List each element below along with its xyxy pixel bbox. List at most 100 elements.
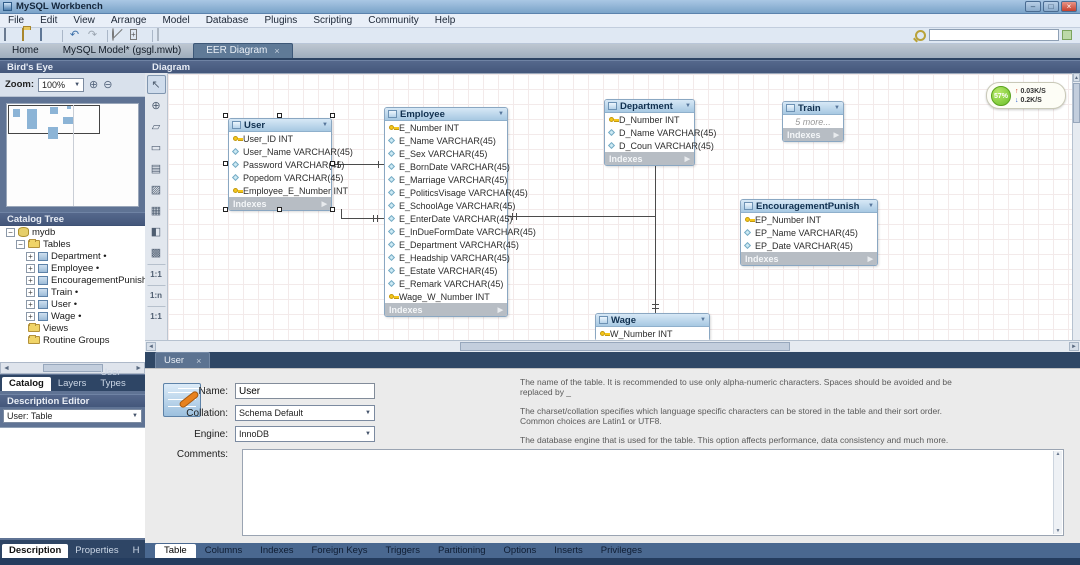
expand-icon[interactable]: + <box>26 251 35 261</box>
note-tool[interactable]: ▤ <box>147 159 166 178</box>
comments-textarea[interactable]: ▲ ▼ <box>242 449 1064 536</box>
menu-edit[interactable]: Edit <box>40 15 57 26</box>
relationship-1-1-tool[interactable]: 1:1 <box>146 264 166 283</box>
scroll-left-icon[interactable]: ◄ <box>146 342 156 351</box>
tab-description[interactable]: Description <box>2 544 69 558</box>
selection-handle[interactable] <box>330 207 335 212</box>
indexes-footer[interactable]: Indexes ▶ <box>605 152 694 165</box>
tab-table[interactable]: Table <box>155 544 196 558</box>
tab-properties[interactable]: Properties <box>68 544 125 558</box>
engine-select[interactable]: InnoDB ▼ <box>235 426 375 442</box>
tab-columns[interactable]: Columns <box>196 544 252 558</box>
table-header[interactable]: Employee ▼ <box>385 108 507 121</box>
collapse-arrow-icon[interactable]: ▼ <box>498 111 504 117</box>
collapse-icon[interactable]: − <box>6 227 15 237</box>
table-tool[interactable]: ▦ <box>147 201 166 220</box>
add-icon[interactable]: + <box>130 29 145 42</box>
diagram-table-user[interactable]: User ▼ User_ID INT User_Name VARCHAR(45)… <box>228 118 353 211</box>
table-header[interactable]: Wage ▼ <box>596 314 709 327</box>
diagram-table-employee[interactable]: Employee ▼ E_Number INT E_Name VARCHAR(4… <box>384 107 536 317</box>
tree-item-department[interactable]: + Department • <box>0 250 145 262</box>
relationship-1-n-tool[interactable]: 1:n <box>146 285 166 304</box>
expand-icon[interactable]: + <box>26 287 35 297</box>
scrollbar-thumb[interactable] <box>1073 83 1080 123</box>
collapse-arrow-icon[interactable]: ▼ <box>322 122 328 128</box>
diagram-table-wage[interactable]: Wage ▼ W_Number INT <box>595 313 710 340</box>
editor-tab-user[interactable]: User × <box>155 352 211 368</box>
selection-handle[interactable] <box>223 113 228 118</box>
collapse-arrow-icon[interactable]: ▼ <box>700 317 706 323</box>
selection-handle[interactable] <box>223 161 228 166</box>
tree-item-employee[interactable]: + Employee • <box>0 262 145 274</box>
expand-icon[interactable]: + <box>26 263 35 273</box>
table-header[interactable]: Department ▼ <box>605 100 694 113</box>
canvas-horizontal-scrollbar[interactable]: ◄ ► <box>145 340 1080 352</box>
tree-item-routine-groups[interactable]: Routine Groups <box>0 334 145 346</box>
tree-item-schema[interactable]: − mydb <box>0 226 145 238</box>
layer-tool[interactable]: ▭ <box>147 138 166 157</box>
routine-group-tool[interactable]: ▩ <box>147 243 166 262</box>
tab-close-icon[interactable]: × <box>196 356 201 366</box>
indexes-footer[interactable]: Indexes ▶ <box>385 303 507 316</box>
image-tool[interactable]: ▨ <box>147 180 166 199</box>
scrollbar-thumb[interactable] <box>460 342 790 351</box>
tab-home[interactable]: Home <box>0 44 51 58</box>
more-columns-row[interactable]: 5 more... <box>783 115 843 128</box>
collation-select[interactable]: Schema Default ▼ <box>235 405 375 421</box>
diagram-canvas[interactable]: User ▼ User_ID INT User_Name VARCHAR(45)… <box>168 73 1072 340</box>
scroll-up-icon[interactable]: ▲ <box>1073 73 1080 82</box>
collapse-arrow-icon[interactable]: ▼ <box>685 103 691 109</box>
diagram-table-encouragementpunish[interactable]: EncouragementPunish ▼ EP_Number INT EP_N… <box>740 199 878 266</box>
maximize-button[interactable]: □ <box>1043 1 1059 12</box>
expand-icon[interactable]: + <box>26 275 35 285</box>
tab-user-types[interactable]: User Types <box>93 366 145 391</box>
indexes-footer[interactable]: Indexes ▶ <box>741 252 877 265</box>
table-header[interactable]: Train ▼ <box>783 102 843 115</box>
expand-icon[interactable]: + <box>26 299 35 309</box>
diagram-table-department[interactable]: Department ▼ D_Number INT D_Name VARCHAR… <box>604 99 716 166</box>
tab-foreign-keys[interactable]: Foreign Keys <box>303 544 377 558</box>
tab-indexes[interactable]: Indexes <box>251 544 302 558</box>
relationship-1-1-identifying-tool[interactable]: 1:1 <box>146 306 166 325</box>
relationship-line-employee-wage[interactable] <box>508 216 655 217</box>
redo-icon[interactable]: ↷ <box>85 29 100 42</box>
canvas-vertical-scrollbar[interactable]: ▲ <box>1072 73 1080 340</box>
tree-item-wage[interactable]: + Wage • <box>0 310 145 322</box>
tab-options[interactable]: Options <box>495 544 546 558</box>
zoom-select[interactable]: 100% ▼ <box>38 77 85 92</box>
diagram-table-train[interactable]: Train ▼ 5 more... Indexes ▶ <box>782 101 844 142</box>
table-header[interactable]: User ▼ <box>229 119 331 132</box>
collapse-arrow-icon[interactable]: ▼ <box>834 105 840 111</box>
tree-item-user[interactable]: + User • <box>0 298 145 310</box>
tree-item-views[interactable]: Views <box>0 322 145 334</box>
open-folder-icon[interactable] <box>22 28 37 42</box>
tab-close-icon[interactable]: × <box>274 46 279 56</box>
scroll-left-icon[interactable]: ◄ <box>3 365 10 372</box>
selection-handle[interactable] <box>223 207 228 212</box>
scroll-right-icon[interactable]: ► <box>1069 342 1079 351</box>
search-options-icon[interactable] <box>1062 30 1072 40</box>
tab-mysql-model[interactable]: MySQL Model* (gsgl.mwb) <box>51 44 194 58</box>
scroll-up-icon[interactable]: ▲ <box>1054 451 1062 457</box>
table-header[interactable]: EncouragementPunish ▼ <box>741 200 877 213</box>
search-input[interactable] <box>929 29 1059 41</box>
pan-tool[interactable]: ⊕ <box>147 96 166 115</box>
expand-icon[interactable]: + <box>26 311 35 321</box>
tab-inserts[interactable]: Inserts <box>545 544 592 558</box>
tree-item-train[interactable]: + Train • <box>0 286 145 298</box>
view-tool[interactable]: ◧ <box>147 222 166 241</box>
menu-scripting[interactable]: Scripting <box>313 15 352 26</box>
menu-help[interactable]: Help <box>435 15 456 26</box>
menu-plugins[interactable]: Plugins <box>265 15 298 26</box>
menu-file[interactable]: File <box>8 15 24 26</box>
tab-catalog[interactable]: Catalog <box>2 377 51 391</box>
clear-icon[interactable] <box>112 28 127 42</box>
save-icon[interactable] <box>40 28 55 42</box>
tree-item-encouragementpunish[interactable]: + EncouragementPunish • <box>0 274 145 286</box>
tab-eer-diagram[interactable]: EER Diagram × <box>193 43 293 58</box>
birds-eye-map[interactable] <box>6 103 139 207</box>
selection-handle[interactable] <box>277 207 282 212</box>
table-name-input[interactable] <box>235 383 375 399</box>
tree-item-tables[interactable]: − Tables <box>0 238 145 250</box>
scroll-down-icon[interactable]: ▼ <box>1054 528 1062 534</box>
